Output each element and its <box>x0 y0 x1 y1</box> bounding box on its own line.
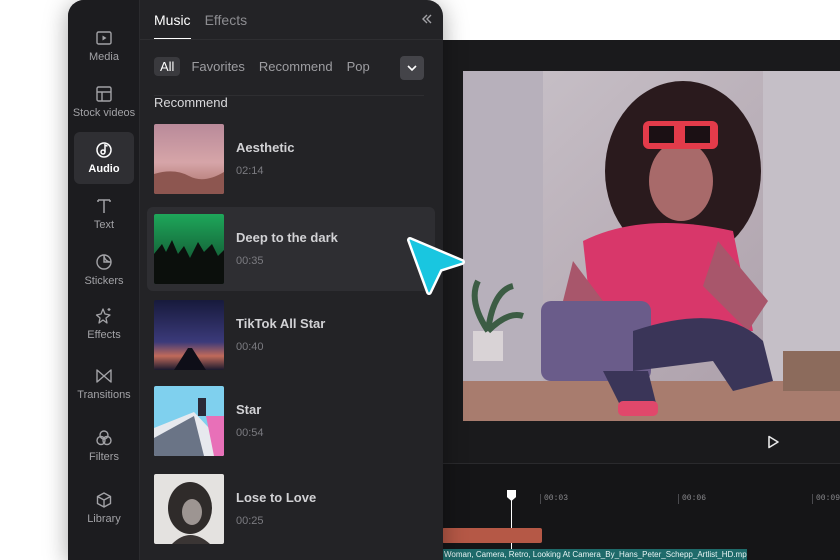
playback-bar <box>420 421 840 463</box>
video-clip[interactable]: Woman, Camera, Retro, Looking At Camera_… <box>442 549 747 560</box>
chevron-down-icon <box>407 65 417 72</box>
track-item[interactable]: Deep to the dark 00:35 <box>147 207 435 291</box>
video-clip-name: Woman, Camera, Retro, Looking At Camera_… <box>444 550 747 559</box>
sidebar-item-library[interactable]: Library <box>74 482 134 534</box>
sidebar-item-label: Effects <box>87 329 121 341</box>
tabs-divider <box>140 39 443 40</box>
sidebar-item-label: Filters <box>89 451 119 463</box>
tab-music[interactable]: Music <box>154 12 191 40</box>
track-duration: 00:25 <box>236 515 264 527</box>
sidebar-item-text[interactable]: Text <box>74 188 134 240</box>
sidebar-item-filters[interactable]: Filters <box>74 420 134 472</box>
audio-content: Music Effects All Favorites Recommend Po… <box>140 0 443 560</box>
editor-window: 00:03 00:06 00:09 Woman, Camera, Retro, … <box>420 40 840 560</box>
sidebar-item-effects[interactable]: Effects <box>74 298 134 350</box>
text-icon <box>97 199 111 213</box>
track-duration: 00:54 <box>236 427 264 439</box>
chip-recommend[interactable]: Recommend <box>256 57 336 76</box>
tick-label: 00:03 <box>539 494 569 504</box>
audio-icon <box>96 142 112 158</box>
track-duration: 02:14 <box>236 165 264 177</box>
chip-all[interactable]: All <box>154 57 181 76</box>
sidebar: Media Stock videos Audio Text Stickers E… <box>68 0 140 560</box>
filters-icon <box>96 430 112 446</box>
sidebar-item-label: Transitions <box>77 389 131 401</box>
section-title: Recommend <box>154 95 228 110</box>
track-duration: 00:40 <box>236 341 264 353</box>
sidebar-item-media[interactable]: Media <box>74 20 134 72</box>
sidebar-item-transitions[interactable]: Transitions <box>74 358 134 410</box>
track-item[interactable]: Star 00:54 <box>147 379 435 463</box>
transitions-icon <box>96 369 112 383</box>
stock-videos-icon <box>96 86 112 102</box>
sidebar-item-stock-videos[interactable]: Stock videos <box>72 76 136 128</box>
timeline[interactable]: 00:03 00:06 00:09 Woman, Camera, Retro, … <box>420 463 840 560</box>
library-icon <box>96 492 112 508</box>
track-item[interactable]: Lose to Love 00:25 <box>147 467 435 551</box>
collapse-panel-icon[interactable] <box>420 12 434 26</box>
track-title: Lose to Love <box>236 490 317 505</box>
track-item[interactable]: Aesthetic 02:14 <box>147 117 435 201</box>
audio-tabs: Music Effects <box>154 12 247 40</box>
sidebar-item-label: Audio <box>88 163 120 175</box>
chip-pop[interactable]: Pop <box>344 57 373 76</box>
category-chips: All Favorites Recommend Pop <box>154 57 373 76</box>
track-thumbnail <box>154 474 224 544</box>
pointer-cursor-icon <box>407 237 465 295</box>
tick-label: 00:09 <box>811 494 840 504</box>
tick-label: 00:06 <box>677 494 707 504</box>
audio-clip[interactable] <box>442 528 542 543</box>
track-thumbnail <box>154 300 224 370</box>
track-title: Star <box>236 402 262 417</box>
track-title: Aesthetic <box>236 140 295 155</box>
sidebar-item-label: Media <box>89 51 119 63</box>
more-categories-button[interactable] <box>400 56 424 80</box>
track-thumbnail <box>154 214 224 284</box>
track-duration: 00:35 <box>236 255 264 267</box>
sidebar-item-audio[interactable]: Audio <box>74 132 134 184</box>
effects-icon <box>95 308 111 324</box>
timeline-ruler: 00:03 00:06 00:09 <box>420 490 840 508</box>
sidebar-item-label: Stock videos <box>72 107 136 119</box>
sidebar-item-label: Text <box>93 219 115 231</box>
play-icon[interactable] <box>766 435 780 449</box>
track-item[interactable]: TikTok All Star 00:40 <box>147 293 435 377</box>
track-thumbnail <box>154 124 224 194</box>
track-thumbnail <box>154 386 224 456</box>
tab-effects[interactable]: Effects <box>205 12 248 40</box>
audio-panel: Media Stock videos Audio Text Stickers E… <box>68 0 443 560</box>
sidebar-item-label: Library <box>87 513 121 525</box>
track-title: TikTok All Star <box>236 316 326 331</box>
chip-favorites[interactable]: Favorites <box>188 57 247 76</box>
video-preview <box>463 71 840 421</box>
sidebar-item-label: Stickers <box>84 275 124 287</box>
track-title: Deep to the dark <box>236 230 338 245</box>
media-icon <box>96 31 112 45</box>
sidebar-item-stickers[interactable]: Stickers <box>74 244 134 296</box>
stickers-icon <box>96 254 112 270</box>
